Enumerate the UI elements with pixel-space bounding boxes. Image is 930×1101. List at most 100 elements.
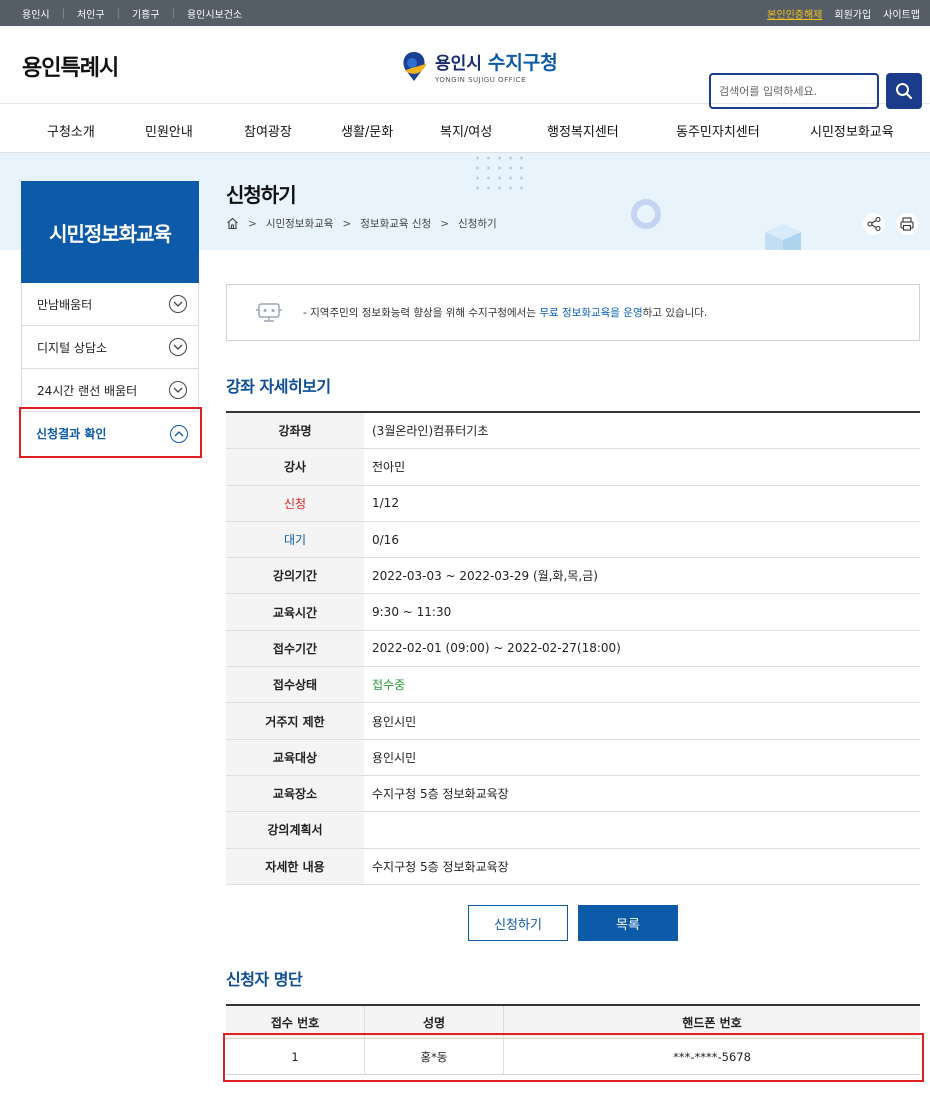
divider: | bbox=[61, 7, 65, 19]
row-value bbox=[364, 812, 920, 847]
table-row: 자세한 내용 수지구청 5층 정보화교육장 bbox=[226, 848, 920, 885]
row-value: (3월온라인)컴퓨터기초 bbox=[372, 424, 489, 439]
lnb-item-label: 24시간 랜선 배움터 bbox=[37, 383, 138, 398]
search-input[interactable]: 검색어를 입력하세요. bbox=[709, 73, 879, 109]
table-row: 접수기간 2022-02-01 (09:00) ~ 2022-02-27(18:0… bbox=[226, 630, 920, 668]
divider: | bbox=[171, 7, 175, 19]
gnb-civil[interactable]: 민원안내 bbox=[145, 121, 193, 140]
main-navigation: 구청소개 민원안내 참여광장 생활/문화 복지/여성 행정복지센터 동주민자치센… bbox=[0, 104, 930, 153]
row-label: 교육장소 bbox=[226, 775, 364, 812]
apply-button[interactable]: 신청하기 bbox=[468, 905, 568, 941]
yongin-logo-text: 용인특례시 bbox=[22, 56, 119, 81]
lnb-item-label: 디지털 상담소 bbox=[37, 340, 108, 355]
row-value: 2022-03-03 ~ 2022-03-29 (월,화,목,금) bbox=[372, 569, 598, 584]
breadcrumb-separator: > bbox=[440, 217, 450, 230]
member-links: 본인인증해제 회원가입 사이트맵 bbox=[767, 6, 920, 21]
share-button[interactable] bbox=[863, 213, 885, 235]
chevron-down-icon bbox=[169, 381, 187, 399]
gnb-welfare[interactable]: 복지/여성 bbox=[440, 121, 492, 140]
decorative-dots bbox=[472, 153, 528, 193]
breadcrumb-item[interactable]: 시민정보화교육 bbox=[266, 216, 334, 231]
lnb-item-digital[interactable]: 디지털 상담소 bbox=[21, 326, 199, 369]
course-detail-table: 강좌명 (3월온라인)컴퓨터기초 강사 전아민 신청 1/12 대기 0/16 강의기간… bbox=[226, 411, 920, 885]
link-cheoin[interactable]: 처인구 bbox=[71, 6, 111, 21]
logout-auth-link[interactable]: 본인인증해제 bbox=[767, 6, 822, 21]
table-row: 거주지 제한 용인시민 bbox=[226, 703, 920, 740]
row-label: 신청 bbox=[226, 485, 364, 521]
gnb-community-center[interactable]: 동주민자치센터 bbox=[676, 121, 760, 140]
lnb-title: 시민정보화교육 bbox=[21, 181, 199, 283]
row-label: 교육시간 bbox=[226, 594, 364, 630]
gnb-it-education[interactable]: 시민정보화교육 bbox=[810, 121, 894, 140]
gnb-admin-center[interactable]: 행정복지센터 bbox=[547, 121, 619, 140]
notice-prefix: - 지역주민의 정보화능력 향상을 위해 수지구청에서는 bbox=[303, 307, 540, 319]
lnb-item-online[interactable]: 24시간 랜선 배움터 bbox=[21, 369, 199, 412]
chevron-down-icon bbox=[169, 338, 187, 356]
detail-section-title: 강좌 자세히보기 bbox=[226, 377, 331, 396]
home-icon[interactable] bbox=[226, 217, 239, 230]
decorative-ring bbox=[631, 199, 661, 229]
applicants-section-title: 신청자 명단 bbox=[226, 970, 303, 989]
breadcrumb-separator: > bbox=[248, 217, 257, 230]
lnb-item-meeting[interactable]: 만남배움터 bbox=[21, 283, 199, 326]
gnb-participation[interactable]: 참여광장 bbox=[244, 121, 292, 140]
table-row: 교육시간 9:30 ~ 11:30 bbox=[226, 594, 920, 631]
row-label: 접수기간 bbox=[226, 630, 364, 667]
table-row: 강의기간 2022-03-03 ~ 2022-03-29 (월,화,목,금) bbox=[226, 558, 920, 595]
top-utility-bar: 용인시 | 처인구 | 기흥구 | 용인시보건소 본인인증해제 회원가입 사이트맵 bbox=[0, 0, 930, 26]
table-row: 신청 1/12 bbox=[226, 485, 920, 522]
row-value: 용인시민 bbox=[372, 750, 417, 765]
table-row: 강의계획서 bbox=[226, 812, 920, 849]
highlight-box bbox=[19, 407, 202, 458]
notice-suffix: 하고 있습니다. bbox=[642, 307, 708, 319]
notice-highlight: 무료 정보화교육을 운영 bbox=[539, 307, 643, 319]
lnb-item-label: 만남배움터 bbox=[37, 297, 93, 312]
row-label: 접수상태 bbox=[226, 667, 364, 703]
row-value: 용인시민 bbox=[372, 714, 417, 729]
table-row: 교육대상 용인시민 bbox=[226, 739, 920, 776]
row-label: 자세한 내용 bbox=[226, 848, 364, 884]
logo-office: 수지구청 bbox=[487, 52, 558, 74]
sujigu-logo[interactable]: 용인시 수지구청 YONGIN SUJIGU OFFICE bbox=[397, 48, 558, 84]
gnb-about[interactable]: 구청소개 bbox=[47, 121, 95, 140]
logo-english: YONGIN SUJIGU OFFICE bbox=[435, 76, 526, 84]
breadcrumb-item: 신청하기 bbox=[458, 218, 497, 230]
gnb-culture[interactable]: 생활/문화 bbox=[341, 121, 393, 140]
sujigu-emblem-icon bbox=[397, 49, 431, 83]
table-row: 강사 전아민 bbox=[226, 449, 920, 486]
logo-city: 용인시 bbox=[435, 54, 482, 74]
yongin-logo[interactable]: 용인특례시 bbox=[22, 50, 119, 82]
highlight-box bbox=[223, 1033, 924, 1082]
status-value: 접수중 bbox=[372, 678, 406, 693]
row-label: 강좌명 bbox=[226, 413, 364, 449]
join-link[interactable]: 회원가입 bbox=[822, 6, 871, 21]
breadcrumb-item[interactable]: 정보화교육 신청 bbox=[360, 216, 431, 231]
row-value: 9:30 ~ 11:30 bbox=[372, 605, 452, 620]
divider: | bbox=[116, 7, 120, 19]
row-label: 거주지 제한 bbox=[226, 703, 364, 739]
list-button[interactable]: 목록 bbox=[578, 905, 678, 941]
row-value: 2022-02-01 (09:00) ~ 2022-02-27(18:00) bbox=[372, 641, 621, 656]
header: 용인특례시 용인시 수지구청 YONGIN SUJIGU OFFICE 검색어를… bbox=[0, 26, 930, 109]
row-value: 전아민 bbox=[372, 460, 406, 475]
link-health-center[interactable]: 용인시보건소 bbox=[181, 6, 248, 21]
search-icon bbox=[896, 83, 913, 100]
search-button[interactable] bbox=[886, 73, 922, 109]
sitemap-link[interactable]: 사이트맵 bbox=[871, 6, 920, 21]
decorative-cube-icon bbox=[765, 224, 801, 250]
row-label: 교육대상 bbox=[226, 739, 364, 775]
link-yongin[interactable]: 용인시 bbox=[22, 6, 56, 21]
row-label: 대기 bbox=[226, 521, 364, 558]
family-site-links: 용인시 | 처인구 | 기흥구 | 용인시보건소 bbox=[22, 6, 248, 21]
chevron-down-icon bbox=[169, 295, 187, 313]
row-label: 강의계획서 bbox=[226, 812, 364, 848]
print-button[interactable] bbox=[896, 213, 918, 235]
row-value: 1/12 bbox=[372, 496, 399, 511]
breadcrumb: > 시민정보화교육 > 정보화교육 신청 > 신청하기 bbox=[226, 216, 497, 231]
notice-box: - 지역주민의 정보화능력 향상을 위해 수지구청에서는 무료 정보화교육을 운… bbox=[226, 284, 920, 341]
notice-text: - 지역주민의 정보화능력 향상을 위해 수지구청에서는 무료 정보화교육을 운… bbox=[303, 305, 707, 320]
row-value: 수지구청 5층 정보화교육장 bbox=[372, 787, 509, 802]
table-row: 대기 0/16 bbox=[226, 521, 920, 559]
table-row: 강좌명 (3월온라인)컴퓨터기초 bbox=[226, 413, 920, 450]
link-giheung[interactable]: 기흥구 bbox=[126, 6, 166, 21]
